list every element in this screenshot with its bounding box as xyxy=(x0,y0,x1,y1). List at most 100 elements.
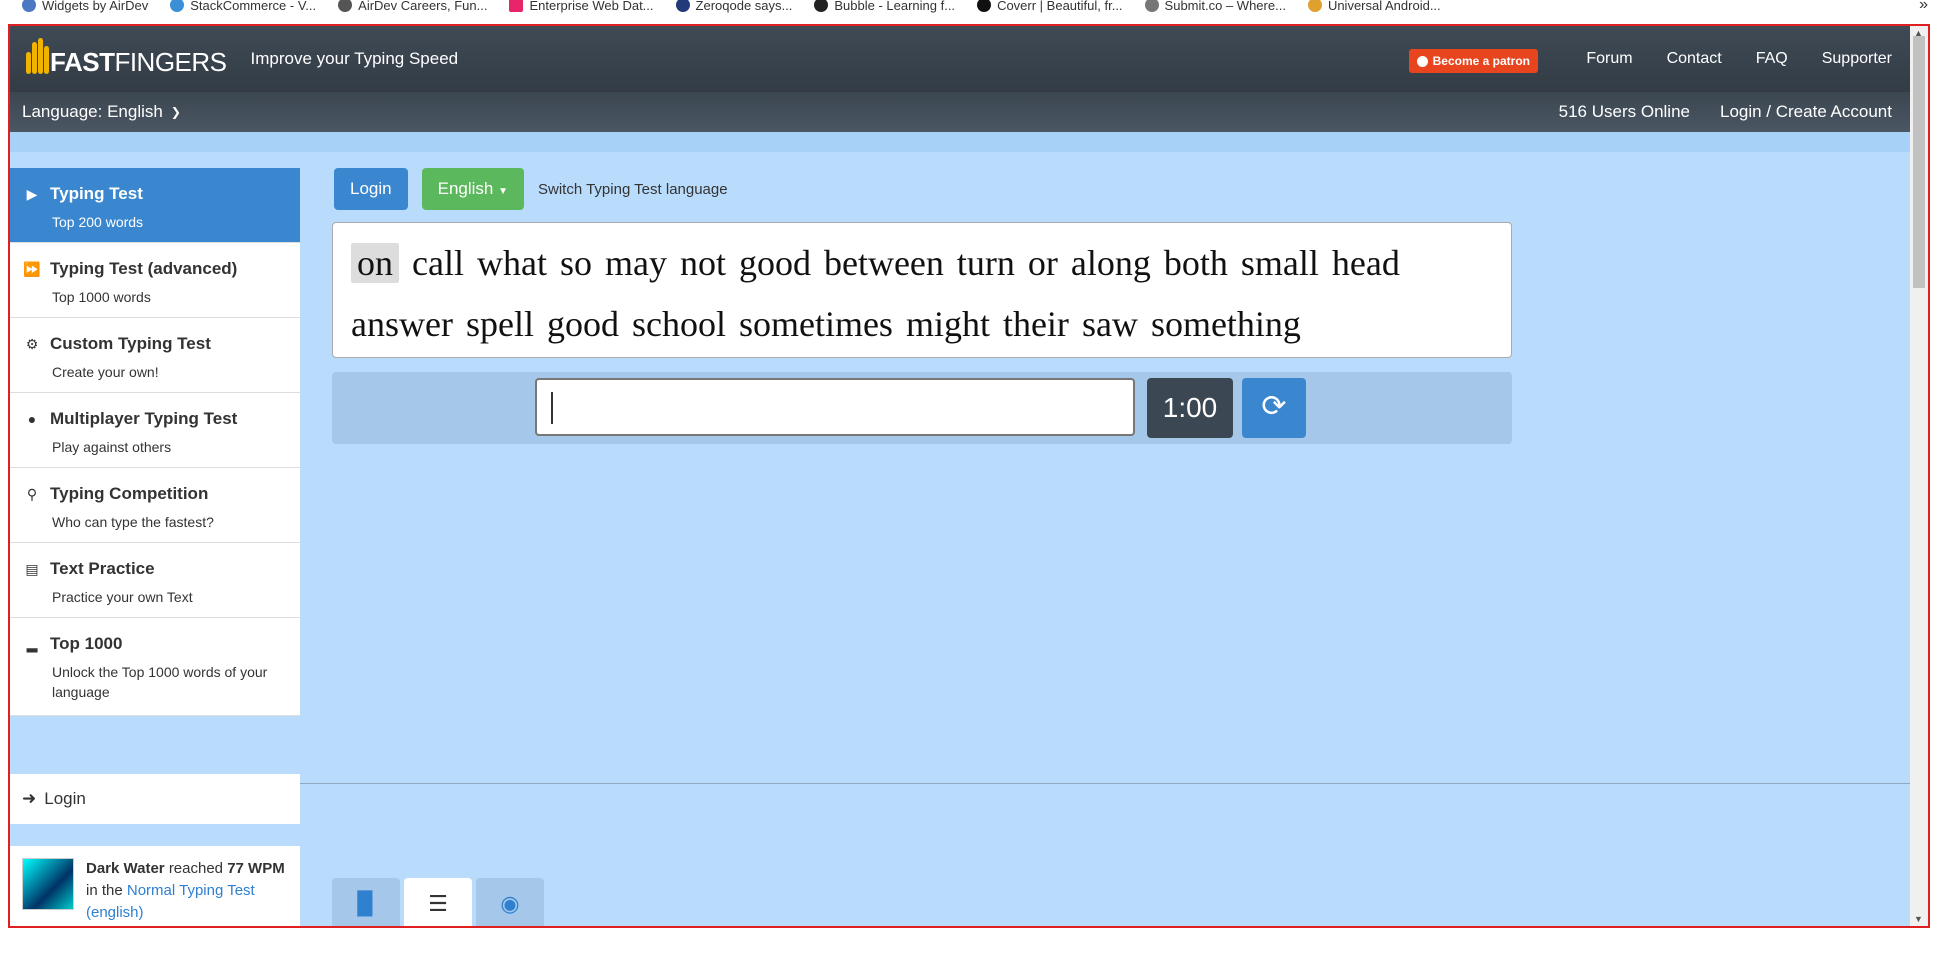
bookmark-item[interactable]: Zeroqode says... xyxy=(675,0,792,13)
word: along xyxy=(1070,243,1151,283)
bookmark-favicon-icon xyxy=(1307,0,1322,12)
activity-text: Dark Water reached 77 WPM in the Normal … xyxy=(86,860,285,921)
word-line-2: answer spell good school sometimes might their… xyxy=(351,294,1493,355)
timer: 1:00 xyxy=(1147,378,1233,438)
login-button[interactable]: Login xyxy=(334,168,408,210)
switch-language-text: Switch Typing Test language xyxy=(538,180,728,198)
word: good xyxy=(546,304,619,344)
word: turn xyxy=(956,243,1015,283)
chevron-down-icon: ❯ xyxy=(170,105,181,119)
nav-faq[interactable]: FAQ xyxy=(1756,50,1788,68)
tab-stats[interactable]: ▉ xyxy=(332,878,400,926)
sub-header: Language: English ❯ 516 Users Online Log… xyxy=(10,92,1910,132)
bookmark-item[interactable]: Coverr | Beautiful, fr... xyxy=(977,0,1123,13)
top-nav: Forum Contact FAQ Supporter xyxy=(1586,50,1892,68)
site-tagline: Improve your Typing Speed xyxy=(250,49,459,68)
input-row: 1:00 ⟳ xyxy=(332,372,1512,444)
word: not xyxy=(679,243,726,283)
bookmark-item[interactable]: Universal Android... xyxy=(1307,0,1441,13)
scroll-down-icon[interactable]: ▼ xyxy=(1914,914,1923,924)
users-icon: ● xyxy=(27,411,37,427)
document-icon: ▤ xyxy=(25,560,39,577)
nav-supporter[interactable]: Supporter xyxy=(1822,50,1892,68)
word: so xyxy=(559,243,592,283)
tab-server[interactable]: ☰ xyxy=(404,878,472,926)
bookmark-item[interactable]: Bubble - Learning f... xyxy=(814,0,955,13)
sidebar-item-top-1000[interactable]: ▂ Top 1000 Unlock the Top 1000 words of y… xyxy=(10,618,300,716)
word: good xyxy=(738,243,811,283)
word: between xyxy=(823,243,944,283)
play-icon: ▶ xyxy=(26,185,38,202)
word: what xyxy=(476,243,547,283)
users-online-count: 516 Users Online xyxy=(1558,102,1690,121)
bookmark-favicon-icon xyxy=(675,0,690,12)
bookmark-favicon-icon xyxy=(509,0,524,12)
bookmark-item[interactable]: StackCommerce - V... xyxy=(170,0,316,13)
bookmark-favicon-icon xyxy=(22,0,36,12)
gears-icon: ⚙ xyxy=(25,335,39,352)
bookmark-favicon-icon xyxy=(814,0,829,12)
word: sometimes xyxy=(738,304,893,344)
word: or xyxy=(1027,243,1058,283)
reload-button[interactable]: ⟳ xyxy=(1242,378,1306,438)
word: spell xyxy=(465,304,534,344)
scroll-thumb[interactable] xyxy=(1913,36,1925,288)
word: may xyxy=(604,243,667,283)
bookmarks-more-button[interactable]: » xyxy=(1919,0,1928,14)
caret-down-icon: ▼ xyxy=(498,186,509,197)
sidebar-item-text-practice[interactable]: ▤ Text Practice Practice your own Text xyxy=(10,543,300,618)
sidebar-item-custom-typing-test[interactable]: ⚙ Custom Typing Test Create your own! xyxy=(10,318,300,393)
word: head xyxy=(1331,243,1400,283)
bookmark-favicon-icon xyxy=(1144,0,1159,12)
bookmark-item[interactable]: AirDev Careers, Fun... xyxy=(338,0,487,13)
bookmark-item[interactable]: Submit.co – Where... xyxy=(1144,0,1286,13)
action-row: Login English ▼ Switch Typing Test langu… xyxy=(334,168,728,210)
language-select-button[interactable]: English ▼ xyxy=(421,168,525,210)
word-display: on call what so may not good between turn or along… xyxy=(332,222,1512,358)
top-header: FASTFINGERS Improve your Typing Speed Be… xyxy=(10,26,1910,92)
word: answer xyxy=(351,304,453,344)
patreon-icon xyxy=(1416,55,1428,67)
logo-text: FASTFINGERS xyxy=(50,47,227,77)
globe-icon: ◉ xyxy=(500,891,520,916)
word: might xyxy=(905,304,990,344)
login-create-account-link[interactable]: Login / Create Account xyxy=(1720,102,1892,122)
word: their xyxy=(1002,304,1069,344)
avatar[interactable] xyxy=(22,858,74,910)
bookmarks-bar: Widgets by AirDev StackCommerce - V... A… xyxy=(0,0,1938,20)
site-logo[interactable]: FASTFINGERS xyxy=(24,36,227,82)
header-stripe xyxy=(10,132,1910,152)
typing-input[interactable] xyxy=(535,378,1135,436)
nav-forum[interactable]: Forum xyxy=(1586,50,1632,68)
hand-logo-icon xyxy=(24,36,50,82)
word: call xyxy=(412,243,464,283)
sidebar-item-typing-test[interactable]: ▶ Typing Test Top 200 words xyxy=(10,168,300,243)
bar-chart-icon: ▉ xyxy=(357,891,375,916)
fast-forward-icon: ⏩ xyxy=(23,260,41,277)
word: school xyxy=(631,304,726,344)
bookmark-item[interactable]: Enterprise Web Dat... xyxy=(509,0,654,13)
nav-contact[interactable]: Contact xyxy=(1667,50,1722,68)
sidebar: ▶ Typing Test Top 200 words ⏩ Typing Test … xyxy=(10,168,300,716)
sign-in-icon: ➜ xyxy=(22,789,37,808)
word: both xyxy=(1163,243,1228,283)
scrollbar[interactable]: ▲ ▼ xyxy=(1910,26,1928,926)
sidebar-item-multiplayer[interactable]: ● Multiplayer Typing Test Play against ot… xyxy=(10,393,300,468)
tab-globe[interactable]: ◉ xyxy=(476,878,544,926)
bookmark-favicon-icon xyxy=(170,0,185,12)
recent-activity: Dark Water reached 77 WPM in the Normal … xyxy=(10,824,300,926)
word: something xyxy=(1150,304,1301,344)
sidebar-login-button[interactable]: ➜ Login xyxy=(10,774,300,824)
sidebar-item-typing-test-advanced[interactable]: ⏩ Typing Test (advanced) Top 1000 words xyxy=(10,243,300,318)
server-icon: ☰ xyxy=(428,891,448,916)
current-word: on xyxy=(351,243,399,283)
result-tabs: ▉ ☰ ◉ xyxy=(332,878,544,926)
bookmark-favicon-icon xyxy=(977,0,992,12)
sidebar-item-competition[interactable]: ⚲ Typing Competition Who can type the fas… xyxy=(10,468,300,543)
language-dropdown[interactable]: Language: English ❯ xyxy=(22,102,181,122)
bookmark-item[interactable]: Widgets by AirDev xyxy=(22,0,148,13)
signal-icon: ▂ xyxy=(26,635,38,652)
bookmark-favicon-icon xyxy=(338,0,353,12)
refresh-icon: ⟳ xyxy=(1261,390,1287,423)
become-patron-button[interactable]: Become a patron xyxy=(1408,49,1538,73)
